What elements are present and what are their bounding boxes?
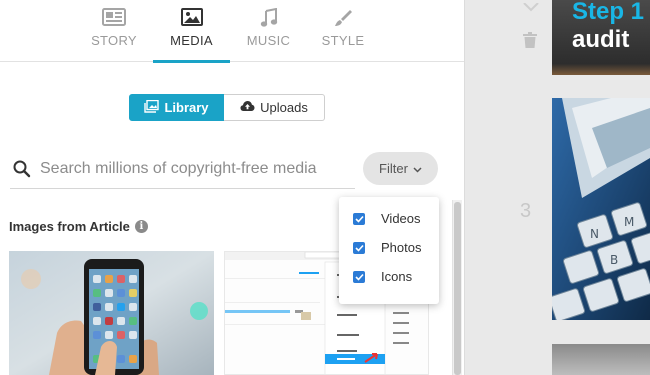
svg-text:M: M <box>624 215 634 229</box>
filter-label: Filter <box>379 161 408 176</box>
library-label: Library <box>164 100 209 115</box>
library-button[interactable]: Library <box>129 94 224 121</box>
tab-style[interactable]: STYLE <box>307 0 379 62</box>
chevron-down-icon <box>413 161 422 176</box>
scrollbar-thumb[interactable] <box>454 202 461 375</box>
tab-media-label: MEDIA <box>170 33 213 48</box>
newspaper-icon <box>102 8 126 31</box>
scrollbar[interactable] <box>452 200 462 375</box>
slide-card-2[interactable]: N M B <box>552 98 650 320</box>
uploads-label: Uploads <box>260 100 308 115</box>
library-icon <box>144 99 160 116</box>
slide-card-3[interactable] <box>552 344 650 375</box>
filter-option-videos[interactable]: Videos <box>339 204 439 233</box>
info-icon[interactable]: i <box>134 220 148 233</box>
slide-caption-line1: Step 1 <box>572 0 645 25</box>
svg-text:B: B <box>610 253 618 267</box>
filter-button[interactable]: Filter <box>363 152 438 185</box>
tab-music[interactable]: MUSIC <box>230 0 307 62</box>
media-thumbnail-phone[interactable] <box>9 251 214 375</box>
slide-number: 3 <box>520 200 532 222</box>
filter-option-photos[interactable]: Photos <box>339 233 439 262</box>
filter-option-icons[interactable]: Icons <box>339 262 439 291</box>
paintbrush-icon <box>333 8 353 33</box>
slide-card-1[interactable]: Step 1 audit <box>552 0 650 75</box>
search-icon <box>13 160 31 183</box>
tab-media[interactable]: MEDIA <box>153 0 230 63</box>
photos-checkbox[interactable] <box>353 241 365 254</box>
tab-style-label: STYLE <box>321 33 365 48</box>
media-panel: STORY MEDIA MUSIC STYLE Library Uploads … <box>0 0 465 375</box>
slide-caption-line2: audit <box>572 26 630 53</box>
keyboard-phone-image: N M B <box>552 98 650 320</box>
icons-label: Icons <box>381 269 413 284</box>
trash-icon[interactable] <box>523 32 537 53</box>
videos-checkbox[interactable] <box>353 212 365 225</box>
tab-music-label: MUSIC <box>246 33 291 48</box>
section-title-text: Images from Article <box>9 219 130 234</box>
chevron-down-icon[interactable] <box>522 0 540 18</box>
section-title: Images from Article i <box>9 219 148 234</box>
videos-label: Videos <box>381 211 421 226</box>
tab-bar: STORY MEDIA MUSIC STYLE <box>0 0 464 63</box>
active-tab-indicator <box>153 60 230 63</box>
icons-checkbox[interactable] <box>353 270 365 283</box>
search-bar <box>10 151 355 189</box>
svg-text:N: N <box>590 227 599 241</box>
tab-story[interactable]: STORY <box>75 0 153 62</box>
search-input[interactable] <box>40 157 350 181</box>
uploads-button[interactable]: Uploads <box>224 94 325 121</box>
image-icon <box>180 8 203 31</box>
cloud-upload-icon <box>240 100 255 115</box>
photos-label: Photos <box>381 240 422 255</box>
music-note-icon <box>260 7 278 33</box>
tab-story-label: STORY <box>91 33 137 48</box>
phone-photo-image <box>9 251 214 375</box>
filter-dropdown: Videos Photos Icons <box>339 197 439 304</box>
